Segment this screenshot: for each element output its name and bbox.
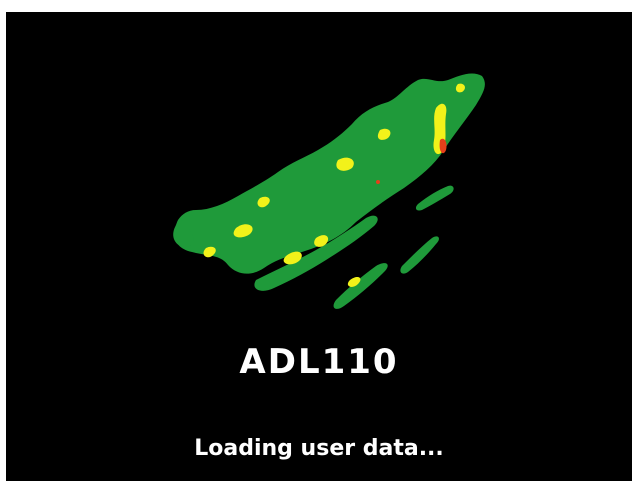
radar-green-streak: [415, 185, 454, 211]
weather-radar-image: [173, 73, 485, 309]
loading-status: Loading user data...: [194, 436, 444, 461]
splash-screen: ADL110 Loading user data...: [6, 12, 632, 481]
product-name: ADL110: [239, 342, 399, 382]
radar-green-streak: [333, 263, 388, 309]
radar-green-streak: [400, 236, 439, 274]
